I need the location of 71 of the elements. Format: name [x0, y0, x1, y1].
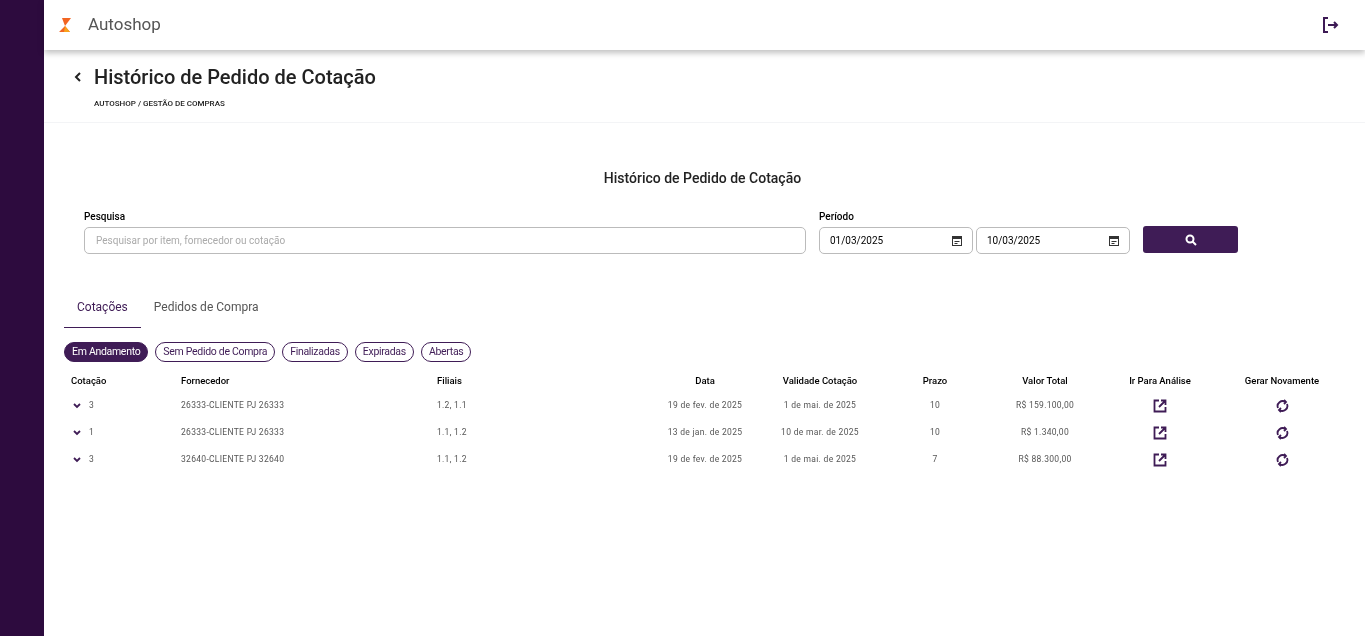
table-cell: 1.1, 1.2: [437, 453, 467, 466]
table-cell: 19 de fev. de 2025: [667, 399, 743, 412]
filter-chip[interactable]: Em Andamento: [64, 342, 149, 362]
table-cell: R$ 88.300,00: [1018, 453, 1072, 466]
open-external-icon: [1153, 425, 1167, 440]
open-analysis-button[interactable]: [1153, 398, 1167, 413]
open-analysis-button[interactable]: [1153, 425, 1167, 440]
table-cell: 32640-CLIENTE PJ 32640: [181, 453, 285, 466]
period-label: Período: [819, 210, 855, 224]
chevron-left-icon: [74, 72, 82, 82]
table-cell: 1 de mai. de 2025: [783, 399, 857, 412]
refresh-icon: [1275, 398, 1289, 413]
table-cell: 13 de jan. de 2025: [667, 426, 743, 439]
open-external-icon: [1153, 398, 1167, 413]
table-cell: 10: [929, 399, 941, 412]
expand-button[interactable]: [73, 456, 81, 463]
table-cell: 26333-CLIENTE PJ 26333: [181, 426, 285, 439]
table-cell: R$ 1.340,00: [1021, 426, 1069, 439]
column-header: Gerar Novamente: [1243, 373, 1321, 388]
calendar-icon: [952, 235, 962, 246]
filter-chip[interactable]: Expiradas: [354, 342, 414, 362]
search-button[interactable]: [1143, 226, 1238, 253]
column-header: Prazo: [921, 373, 949, 388]
table-cell: 10: [929, 426, 941, 439]
search-label: Pesquisa: [84, 210, 127, 224]
regenerate-button[interactable]: [1275, 398, 1289, 413]
table-cell: 1: [89, 426, 95, 439]
table-cell: 1.2, 1.1: [437, 399, 467, 412]
table-cell: 1 de mai. de 2025: [783, 453, 857, 466]
breadcrumb: AUTOSHOP / GESTÃO DE COMPRAS: [94, 98, 226, 110]
expand-button[interactable]: [73, 429, 81, 436]
table-cell: 19 de fev. de 2025: [667, 453, 743, 466]
column-header: Validade Cotação: [781, 373, 859, 388]
search-icon: [1184, 233, 1197, 246]
filter-chip[interactable]: Finalizadas: [282, 342, 348, 362]
filter-chip[interactable]: Abertas: [420, 342, 472, 362]
section-title: Histórico de Pedido de Cotação: [602, 169, 803, 188]
column-header: Fornecedor: [180, 373, 231, 388]
chevron-down-icon: [73, 429, 81, 436]
logout-icon: [1321, 16, 1339, 34]
table-cell: 3: [89, 399, 95, 412]
column-header: Filiais: [436, 373, 463, 388]
chevron-down-icon: [73, 402, 81, 409]
end-date-field[interactable]: 10/03/2025: [976, 227, 1130, 254]
app-name: Autoshop: [88, 13, 161, 37]
table-cell: 3: [89, 453, 95, 466]
regenerate-button[interactable]: [1275, 425, 1289, 440]
calendar-icon: [1109, 235, 1119, 246]
column-header: Cotação: [70, 373, 108, 388]
table-cell: R$ 159.100,00: [1015, 399, 1075, 412]
regenerate-button[interactable]: [1275, 452, 1289, 467]
table-cell: 10 de mar. de 2025: [781, 426, 859, 439]
table-cell: 1.1, 1.2: [437, 426, 467, 439]
expand-button[interactable]: [73, 402, 81, 409]
start-date-field[interactable]: 01/03/2025: [819, 227, 973, 254]
table-cell: 26333-CLIENTE PJ 26333: [181, 399, 285, 412]
tab[interactable]: Pedidos de Compra: [140, 298, 272, 328]
logo-icon: [58, 17, 74, 33]
open-external-icon: [1153, 452, 1167, 467]
chevron-down-icon: [73, 456, 81, 463]
tab[interactable]: Cotações: [64, 298, 141, 328]
column-header: Valor Total: [1021, 373, 1069, 388]
column-header: Data: [694, 373, 716, 388]
refresh-icon: [1275, 425, 1289, 440]
filter-chip[interactable]: Sem Pedido de Compra: [155, 342, 276, 362]
table-cell: 7: [932, 453, 938, 466]
page-title: Histórico de Pedido de Cotação: [94, 64, 376, 91]
column-header: Ir Para Análise: [1128, 373, 1192, 388]
open-analysis-button[interactable]: [1153, 452, 1167, 467]
search-field[interactable]: Pesquisar por item, fornecedor ou cotação: [84, 227, 806, 254]
refresh-icon: [1275, 452, 1289, 467]
